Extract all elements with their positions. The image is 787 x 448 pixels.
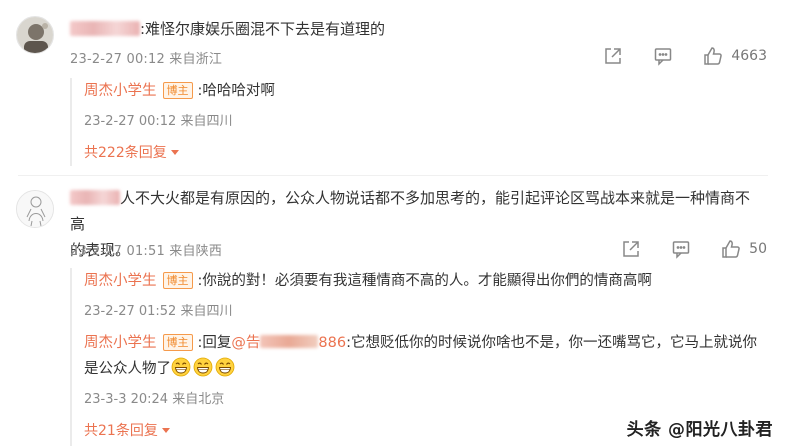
more-replies-link[interactable]: 共222条回复 xyxy=(84,142,179,162)
divider xyxy=(18,175,768,176)
reply-time: 23-2-27 00:12 xyxy=(84,114,177,129)
author-badge: 博主 xyxy=(162,334,193,351)
share-button[interactable] xyxy=(621,239,641,259)
like-count: 4663 xyxy=(731,48,767,64)
more-replies-link[interactable]: 共21条回复 xyxy=(84,420,170,440)
mention-link[interactable]: @告 886 xyxy=(231,335,346,351)
share-icon xyxy=(623,241,639,257)
reply-text: 周杰小学生 博主:回复@告 886:它想贬低你的时候说你啥也不是，你一还嘴骂它，它马… xyxy=(84,334,757,377)
reply-time: 23-3-3 20:24 xyxy=(84,392,169,407)
reply-thread: 周杰小学生 博主:哈哈哈对啊 23-2-27 00:12 来自四川 共222条回复 xyxy=(70,78,770,166)
blurred-username[interactable] xyxy=(70,21,140,36)
comment-time: 23-2-27 00:12 xyxy=(70,52,165,67)
reply-meta: 23-3-3 20:24 来自北京 xyxy=(84,388,764,407)
comment-meta: 23-2-27 01:51 来自陕西 xyxy=(70,240,222,259)
reply-location: 来自北京 xyxy=(172,392,225,407)
comment-button[interactable] xyxy=(653,46,673,66)
like-count: 50 xyxy=(749,241,767,257)
grin-emoji-icon xyxy=(171,357,191,377)
share-icon xyxy=(605,48,622,64)
avatar[interactable] xyxy=(16,16,54,54)
comment-item: :难怪尔康娱乐圈混不下去是有道理的 23-2-27 00:12 来自浙江 466… xyxy=(0,0,787,180)
watermark: 头条 @阳光八卦君 xyxy=(626,420,773,440)
blurred-username[interactable] xyxy=(70,190,120,205)
comment-time: 23-2-27 01:51 xyxy=(70,244,165,259)
comment-location: 来自陕西 xyxy=(169,244,223,259)
like-button[interactable]: 50 xyxy=(721,239,767,259)
author-badge: 博主 xyxy=(162,272,193,289)
reply-meta: 23-2-27 01:52 来自四川 xyxy=(84,300,764,319)
comment-item: 人不大火都是有原因的，公众人物说话都不多加思考的，能引起评论区骂战本来就是一种情… xyxy=(0,180,787,448)
comment-meta: 23-2-27 00:12 来自浙江 xyxy=(70,48,222,67)
reply-item: 周杰小学生 博主:回复@告 886:它想贬低你的时候说你啥也不是，你一还嘴骂它，它马… xyxy=(84,330,764,407)
avatar[interactable] xyxy=(16,190,54,228)
reply-location: 来自四川 xyxy=(180,114,233,129)
comment-actions: 4663 xyxy=(573,46,767,66)
comment-actions: 50 xyxy=(591,239,767,259)
reply-username[interactable]: 周杰小学生 xyxy=(84,83,157,99)
reply-username[interactable]: 周杰小学生 xyxy=(84,335,157,351)
like-button[interactable]: 4663 xyxy=(703,46,767,66)
reply-item: 周杰小学生 博主:你說的對！必須要有我這種情商不高的人。才能顯得出你們的情商高啊 … xyxy=(84,268,764,319)
reply-item: 周杰小学生 博主:哈哈哈对啊 23-2-27 00:12 来自四川 xyxy=(84,78,764,129)
reply-text: 周杰小学生 博主:哈哈哈对啊 xyxy=(84,78,764,104)
grin-emoji-icon xyxy=(193,357,213,377)
reply-meta: 23-2-27 00:12 来自四川 xyxy=(84,110,764,129)
reply-content: :你說的對！必須要有我這種情商不高的人。才能顯得出你們的情商高啊 xyxy=(197,273,652,289)
blurred-mention xyxy=(260,335,319,348)
chevron-down-icon xyxy=(161,428,170,433)
share-button[interactable] xyxy=(603,46,623,66)
reply-content: :哈哈哈对啊 xyxy=(197,83,275,99)
reply-location: 来自四川 xyxy=(180,304,233,319)
chevron-down-icon xyxy=(170,150,179,155)
comment-location: 来自浙江 xyxy=(169,52,223,67)
like-icon xyxy=(704,47,723,65)
author-badge: 博主 xyxy=(162,82,193,99)
comment-icon xyxy=(655,48,672,66)
reply-username[interactable]: 周杰小学生 xyxy=(84,273,157,289)
reply-time: 23-2-27 01:52 xyxy=(84,304,177,319)
grin-emoji-icon xyxy=(215,357,235,377)
comment-text: :难怪尔康娱乐圈混不下去是有道理的 xyxy=(70,16,760,42)
like-icon xyxy=(722,240,740,258)
comment-button[interactable] xyxy=(671,239,691,259)
comment-icon xyxy=(672,241,690,259)
reply-text: 周杰小学生 博主:你說的對！必須要有我這種情商不高的人。才能顯得出你們的情商高啊 xyxy=(84,268,764,294)
